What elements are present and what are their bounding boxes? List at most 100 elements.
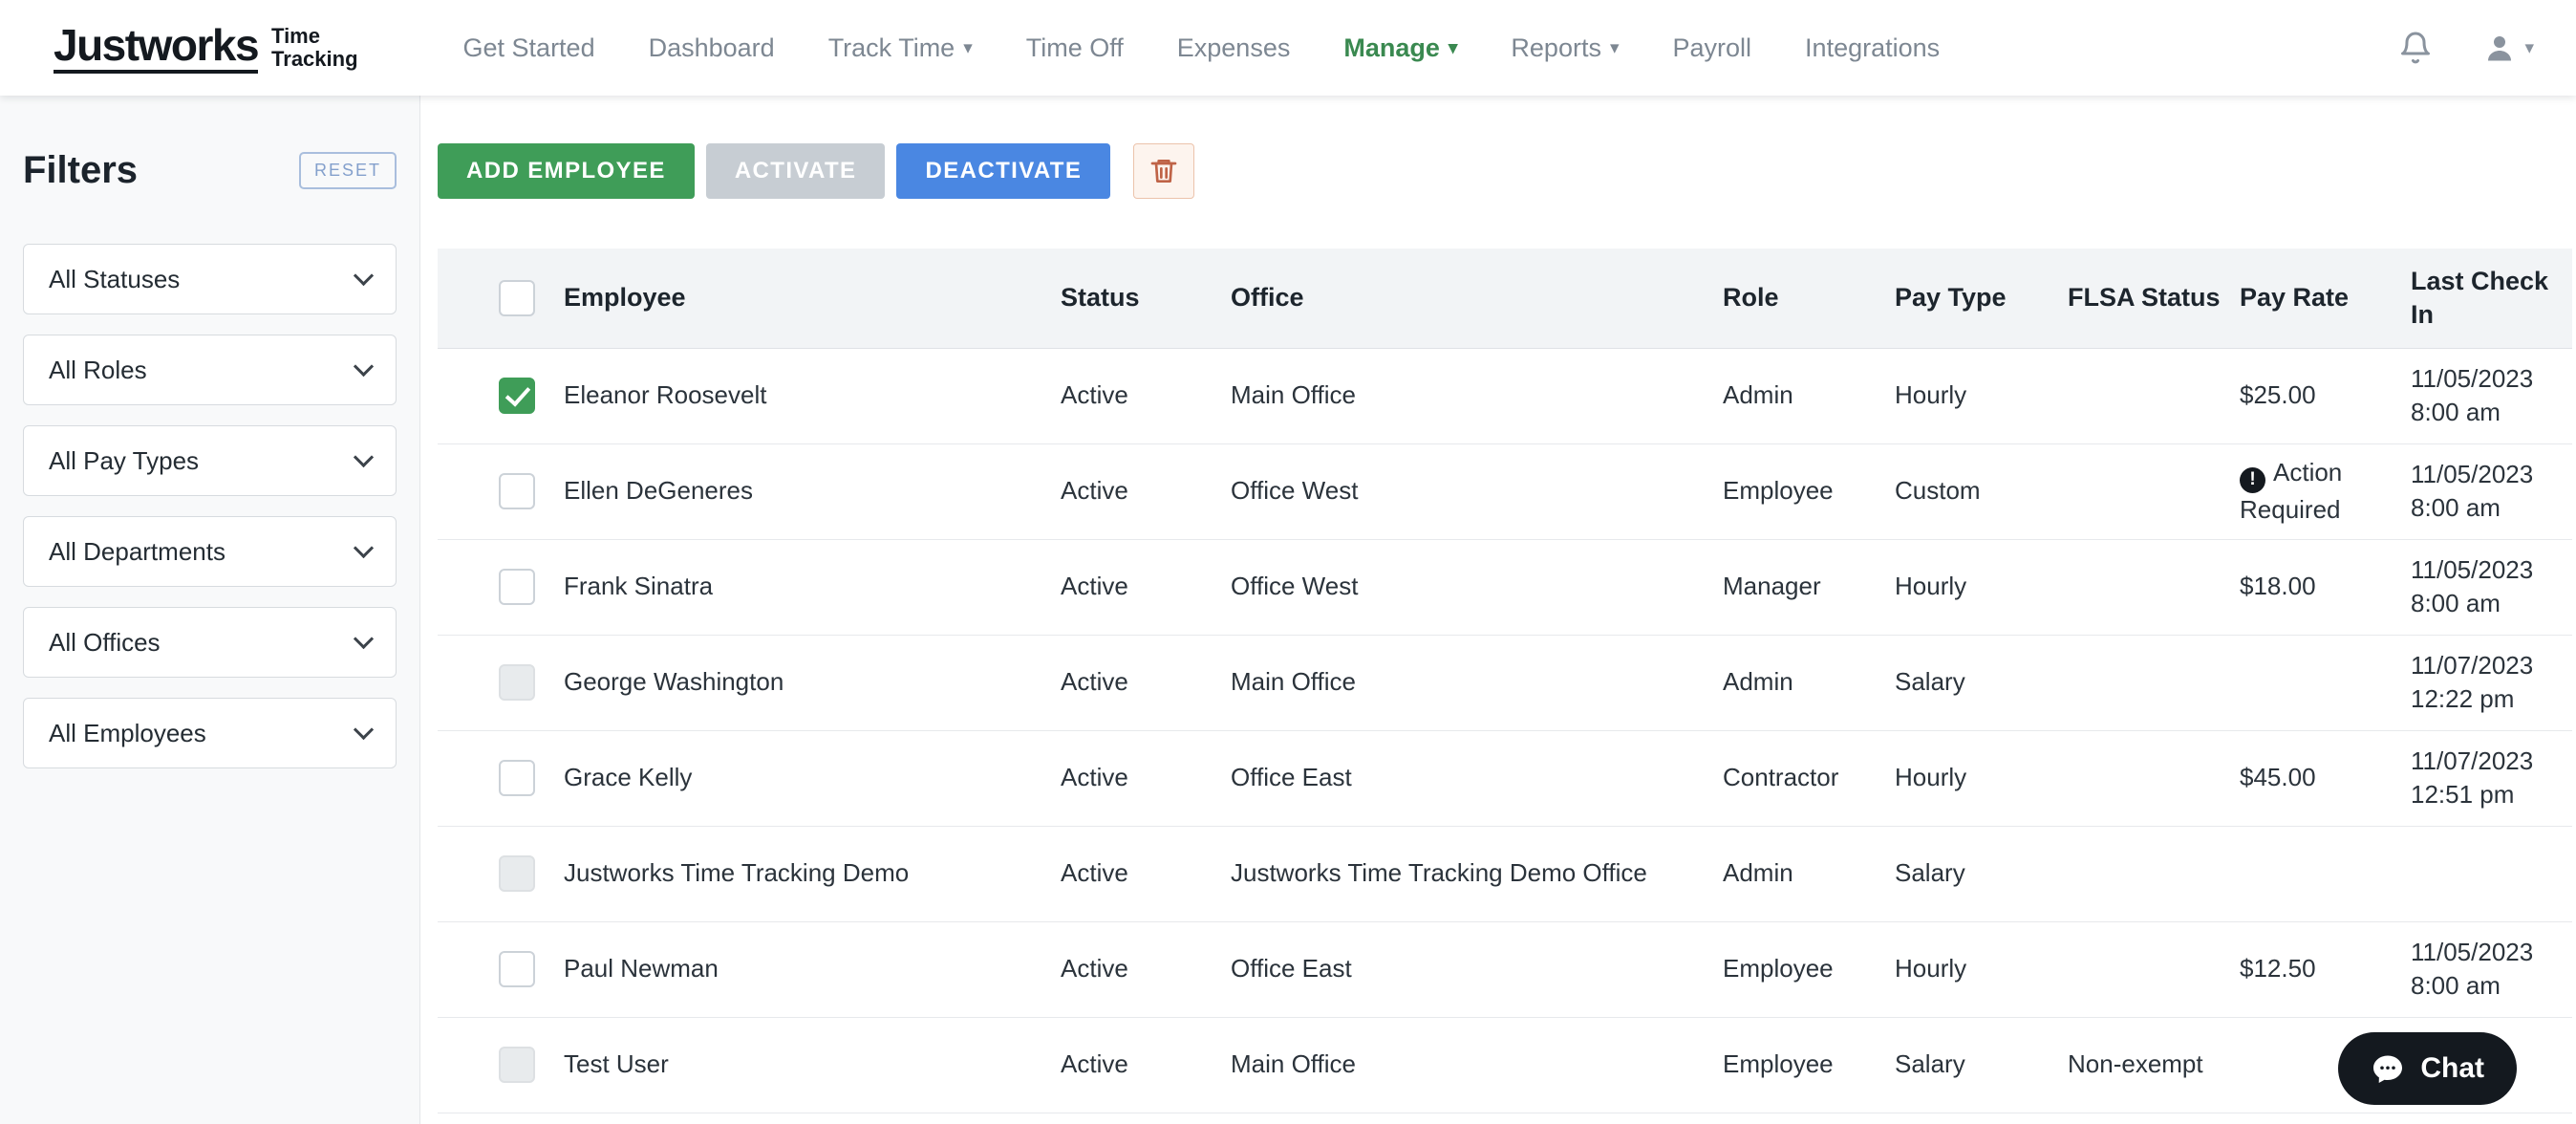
column-header-role: Role	[1723, 249, 1895, 348]
column-header-employee: Employee	[564, 249, 1061, 348]
cell-employee: Eleanor Roosevelt	[564, 348, 1061, 443]
row-checkbox[interactable]	[499, 569, 535, 605]
table-row: Eleanor Roosevelt Active Main Office Adm…	[438, 348, 2572, 443]
cell-last-check-in	[2411, 826, 2572, 921]
alert-icon	[2240, 467, 2265, 493]
activate-button: ACTIVATE	[706, 143, 886, 199]
cell-employee: Justworks Time Tracking Demo	[564, 826, 1061, 921]
cell-status: Active	[1061, 730, 1231, 826]
cell-status: Active	[1061, 635, 1231, 730]
cell-pay-type: Hourly	[1895, 921, 2068, 1017]
table-row: Paul Newman Active Office East Employee …	[438, 921, 2572, 1017]
table-row: Frank Sinatra Active Office West Manager…	[438, 539, 2572, 635]
nav-right-icons: ▾	[2398, 31, 2534, 65]
cell-status: Active	[1061, 1017, 1231, 1113]
cell-last-check-in: 11/05/20238:00 am	[2411, 348, 2572, 443]
cell-last-check-in: 11/07/202312:22 pm	[2411, 635, 2572, 730]
filter-roles-dropdown[interactable]: All Roles	[23, 335, 397, 405]
table-row: George Washington Active Main Office Adm…	[438, 635, 2572, 730]
row-checkbox[interactable]	[499, 760, 535, 796]
nav-integrations[interactable]: Integrations	[1805, 33, 1940, 63]
main-nav: Get Started Dashboard Track Time▾ Time O…	[463, 33, 1941, 63]
cell-flsa-status	[2068, 348, 2240, 443]
cell-employee: Paul Newman	[564, 921, 1061, 1017]
cell-pay-rate: $18.00	[2240, 539, 2411, 635]
filter-statuses-dropdown[interactable]: All Statuses	[23, 244, 397, 314]
cell-employee: Frank Sinatra	[564, 539, 1061, 635]
cell-status: Active	[1061, 539, 1231, 635]
nav-payroll[interactable]: Payroll	[1673, 33, 1752, 63]
cell-office: Justworks Time Tracking Demo Office	[1231, 826, 1723, 921]
row-checkbox[interactable]	[499, 951, 535, 987]
cell-role: Admin	[1723, 348, 1895, 443]
table-row: Ellen DeGeneres Active Office West Emplo…	[438, 443, 2572, 539]
cell-office: Office West	[1231, 443, 1723, 539]
chat-bubble-icon	[2371, 1051, 2405, 1086]
delete-button[interactable]	[1133, 143, 1194, 199]
filters-sidebar: Filters RESET All Statuses All Roles All…	[0, 96, 420, 1124]
cell-pay-rate: $25.00	[2240, 348, 2411, 443]
chevron-down-icon	[354, 719, 374, 739]
cell-pay-type: Salary	[1895, 635, 2068, 730]
cell-flsa-status	[2068, 921, 2240, 1017]
cell-flsa-status	[2068, 635, 2240, 730]
user-menu-icon[interactable]: ▾	[2482, 31, 2534, 65]
cell-last-check-in: 11/05/20238:00 am	[2411, 443, 2572, 539]
chat-button[interactable]: Chat	[2338, 1032, 2517, 1105]
employee-actions-toolbar: ADD EMPLOYEE ACTIVATE DEACTIVATE	[438, 143, 2576, 199]
nav-expenses[interactable]: Expenses	[1177, 33, 1291, 63]
cell-flsa-status	[2068, 730, 2240, 826]
nav-dashboard[interactable]: Dashboard	[649, 33, 775, 63]
cell-flsa-status	[2068, 826, 2240, 921]
cell-flsa-status	[2068, 443, 2240, 539]
cell-pay-type: Custom	[1895, 443, 2068, 539]
row-checkbox	[499, 1047, 535, 1083]
chevron-down-icon: ▾	[2524, 39, 2534, 57]
deactivate-button[interactable]: DEACTIVATE	[896, 143, 1110, 199]
cell-office: Office East	[1231, 921, 1723, 1017]
cell-pay-rate: $12.50	[2240, 921, 2411, 1017]
cell-pay-rate: Action Required	[2240, 443, 2411, 539]
table-row: Test User Active Main Office Employee Sa…	[438, 1017, 2572, 1113]
column-header-flsa-status: FLSA Status	[2068, 249, 2240, 348]
filter-offices-dropdown[interactable]: All Offices	[23, 607, 397, 678]
cell-role: Contractor	[1723, 730, 1895, 826]
filter-departments-dropdown[interactable]: All Departments	[23, 516, 397, 587]
column-header-status: Status	[1061, 249, 1231, 348]
chevron-down-icon: ▾	[1449, 39, 1458, 57]
cell-status: Active	[1061, 443, 1231, 539]
row-checkbox[interactable]	[499, 378, 535, 414]
row-checkbox[interactable]	[499, 473, 535, 509]
cell-employee: Test User	[564, 1017, 1061, 1113]
chevron-down-icon	[354, 628, 374, 648]
select-all-checkbox[interactable]	[499, 280, 535, 316]
add-employee-button[interactable]: ADD EMPLOYEE	[438, 143, 695, 199]
cell-last-check-in: 11/05/20238:00 am	[2411, 921, 2572, 1017]
filter-employees-dropdown[interactable]: All Employees	[23, 698, 397, 768]
table-row: Justworks Time Tracking Demo Active Just…	[438, 826, 2572, 921]
column-header-last-check-in: Last Check In	[2411, 249, 2572, 348]
cell-pay-type: Hourly	[1895, 730, 2068, 826]
nav-manage[interactable]: Manage▾	[1343, 33, 1457, 63]
reset-filters-button[interactable]: RESET	[299, 152, 397, 189]
logo-wordmark: Justworks	[54, 23, 258, 74]
top-navbar: Justworks Time Tracking Get Started Dash…	[0, 0, 2576, 96]
cell-employee: Ellen DeGeneres	[564, 443, 1061, 539]
cell-pay-rate: $45.00	[2240, 730, 2411, 826]
cell-pay-type: Salary	[1895, 1017, 2068, 1113]
chevron-down-icon	[354, 537, 374, 557]
nav-get-started[interactable]: Get Started	[463, 33, 595, 63]
filter-pay-types-dropdown[interactable]: All Pay Types	[23, 425, 397, 496]
nav-track-time[interactable]: Track Time▾	[828, 33, 973, 63]
cell-employee: Grace Kelly	[564, 730, 1061, 826]
chevron-down-icon	[354, 356, 374, 376]
notifications-bell-icon[interactable]	[2398, 31, 2433, 65]
filters-title: Filters	[23, 149, 138, 192]
nav-time-off[interactable]: Time Off	[1026, 33, 1124, 63]
table-header-row: Employee Status Office Role Pay Type FLS…	[438, 249, 2572, 348]
cell-flsa-status	[2068, 539, 2240, 635]
chevron-down-icon: ▾	[1610, 39, 1620, 57]
cell-role: Admin	[1723, 826, 1895, 921]
nav-reports[interactable]: Reports▾	[1511, 33, 1619, 63]
cell-office: Office East	[1231, 730, 1723, 826]
